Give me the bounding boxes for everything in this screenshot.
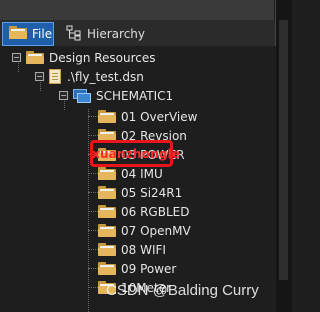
schematic-icon [73, 88, 91, 103]
tree-connector [88, 249, 98, 250]
panel-title-bar [0, 0, 274, 21]
tree-connector [88, 230, 98, 231]
file-tree: − Design Resources − .\fly_test.dsn − SC… [0, 46, 276, 312]
page-label: 04 IMU [121, 166, 163, 181]
watermark: CSDN @Balding Curry [106, 282, 259, 299]
page-folder-icon [98, 110, 116, 123]
tree-connector [88, 268, 98, 269]
tree-item-page[interactable]: 07 OpenMV [98, 221, 191, 240]
tab-hierarchy-label: Hierarchy [87, 27, 146, 41]
tab-bar: File Hierarchy [0, 20, 276, 47]
tab-file-label: File [32, 27, 53, 41]
highlight-annotation: xuanzhongle [92, 147, 181, 161]
page-label: 07 OpenMV [121, 223, 191, 238]
page-label: 01 OverView [121, 109, 198, 124]
page-folder-icon [98, 167, 116, 180]
page-folder-icon [98, 243, 116, 256]
collapse-toggle-icon[interactable]: − [59, 91, 68, 100]
collapse-toggle-icon[interactable]: − [12, 53, 21, 62]
page-folder-icon [98, 224, 116, 237]
scrollbar-thumb[interactable] [279, 20, 288, 280]
tree-item-design-resources[interactable]: − Design Resources [12, 48, 156, 67]
folder-icon [9, 25, 27, 43]
tree-item-page[interactable]: 05 Si24R1 [98, 183, 182, 202]
vertical-scrollbar[interactable] [275, 0, 292, 312]
page-folder-icon [98, 186, 116, 199]
tree-connector [88, 211, 98, 212]
page-label: 08 WIFI [121, 242, 166, 257]
tree-item-page[interactable]: 06 RGBLED [98, 202, 189, 221]
collapse-toggle-icon[interactable]: − [35, 72, 44, 81]
tree-item-schematic[interactable]: − SCHEMATIC1 [59, 86, 173, 105]
tree-item-page[interactable]: 09 Power [98, 259, 176, 278]
design-file-icon [49, 68, 62, 85]
page-label: 09 Power [121, 261, 177, 276]
tree-item-label: .\fly_test.dsn [67, 69, 144, 84]
tree-item-label: Design Resources [49, 50, 156, 65]
page-label: 05 Si24R1 [121, 185, 183, 200]
page-folder-icon [98, 262, 116, 275]
tree-item-project[interactable]: − .\fly_test.dsn [35, 67, 144, 86]
folder-icon [26, 51, 44, 64]
tab-hierarchy[interactable]: Hierarchy [60, 22, 150, 46]
tree-connector [88, 116, 98, 117]
tree-item-label: SCHEMATIC1 [96, 88, 174, 103]
tree-item-page[interactable]: 08 WIFI [98, 240, 166, 259]
page-label: 06 RGBLED [121, 204, 190, 219]
page-folder-icon [98, 205, 116, 218]
tree-connector [88, 135, 98, 136]
tree-connector [88, 173, 98, 174]
hierarchy-icon [66, 25, 82, 44]
tree-connector [88, 287, 98, 288]
tab-file[interactable]: File [2, 22, 54, 46]
tree-item-page[interactable]: 01 OverView [98, 107, 197, 126]
tree-connector [88, 192, 98, 193]
